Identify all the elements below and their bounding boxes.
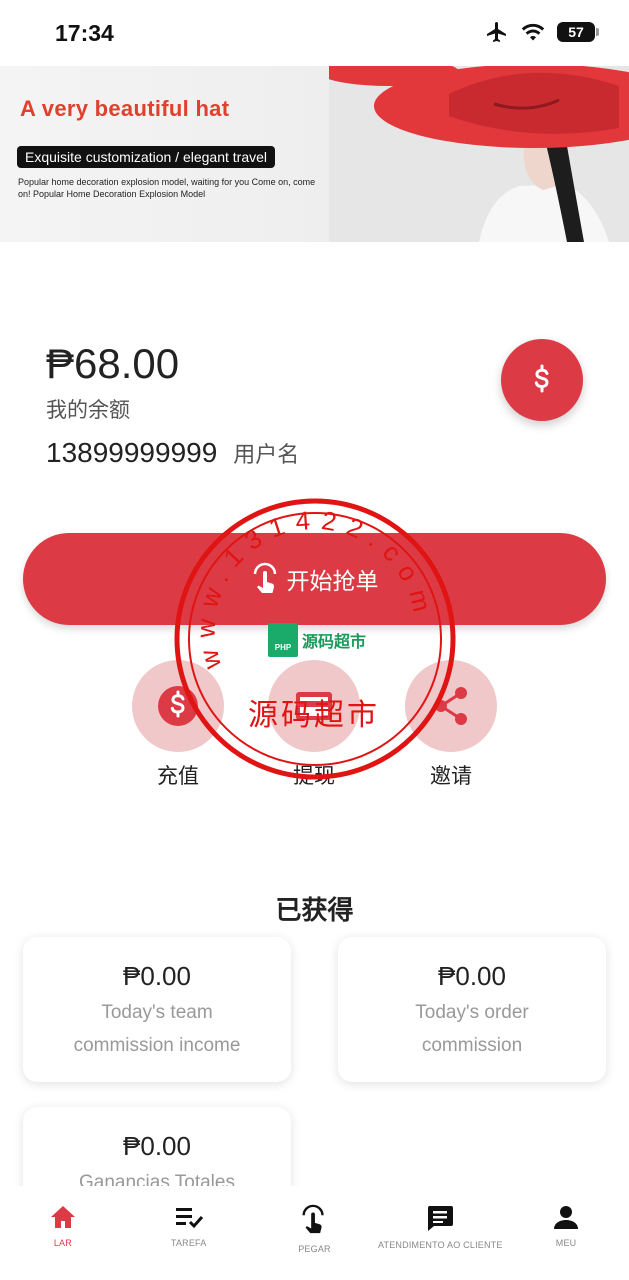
task-list-icon [175,1208,203,1229]
bottom-tab-bar: LAR TAREFA PEGAR ATENDIMENTO AO CLIENTE [0,1186,629,1280]
tab-grab[interactable]: PEGAR [252,1186,378,1280]
status-time: 17:34 [55,20,114,46]
invite-label: 邀请 [430,765,472,788]
watermark-logo-text: 源码超市 [302,634,367,651]
card-amount: ₱0.00 [123,961,191,991]
recharge-action[interactable]: 充值 [132,660,224,790]
user-phone: 13899999999 [46,437,218,468]
status-icons: 57 [485,20,599,44]
card-amount: ₱0.00 [438,961,506,991]
airplane-icon [487,22,506,42]
balance-label: 我的余额 [46,399,130,422]
start-grab-order-button[interactable]: 开始抢单 [23,533,606,625]
hat-model-image [329,66,629,242]
dollar-icon [158,686,198,726]
earned-title: 已获得 [275,895,354,925]
tab-customer-service[interactable]: ATENDIMENTO AO CLIENTE [377,1186,503,1280]
user-info: 13899999999 用户名 [46,437,299,469]
recharge-label: 充值 [157,765,199,788]
tab-me[interactable]: MEU [503,1186,629,1280]
tap-hand-icon [253,562,276,593]
tab-label: LAR [53,1238,72,1248]
card-icon [296,692,332,720]
tab-label: TAREFA [170,1238,207,1248]
withdraw-circle[interactable] [268,660,360,752]
team-commission-card: ₱0.00 Today's team commission income [23,937,291,1082]
banner-description: Popular home decoration explosion model,… [18,177,316,199]
battery-indicator: 57 [557,22,599,42]
wifi-icon [521,23,545,41]
tab-home[interactable]: LAR [0,1186,126,1280]
balance-dollar-button[interactable] [501,339,583,421]
grab-button-label: 开始抢单 [286,568,379,594]
chat-icon [428,1206,454,1231]
invite-action[interactable]: 邀请 [405,660,497,790]
battery-level: 57 [568,24,584,40]
tab-label: ATENDIMENTO AO CLIENTE [377,1240,503,1250]
share-icon [435,687,467,725]
tap-hand-icon [302,1204,325,1234]
withdraw-label: 提现 [293,765,335,788]
status-bar: 17:34 57 [0,0,629,66]
tab-task[interactable]: TAREFA [126,1186,252,1280]
invite-circle[interactable] [405,660,497,752]
tab-label: MEU [555,1238,577,1248]
home-icon [50,1206,75,1228]
banner-title: A very beautiful hat [20,96,230,121]
card-label: Today's team commission income [73,1002,241,1056]
person-icon [554,1206,579,1229]
php-badge: PHP [268,623,298,657]
withdraw-action[interactable]: 提现 [268,660,360,790]
order-commission-card: ₱0.00 Today's order commission [338,937,606,1082]
tab-label: PEGAR [298,1244,331,1254]
card-amount: ₱0.00 [123,1131,191,1161]
promo-banner[interactable]: A very beautiful hat Exquisite customiza… [0,66,629,242]
card-label: Today's order commission [415,1002,529,1056]
username-label: 用户名 [233,442,300,467]
dollar-icon [534,364,549,393]
banner-tagline: Exquisite customization / elegant travel [17,146,276,168]
watermark-logo: PHP 源码超市 [268,623,366,657]
balance-amount: ₱68.00 [46,340,180,387]
recharge-circle[interactable] [132,660,224,752]
